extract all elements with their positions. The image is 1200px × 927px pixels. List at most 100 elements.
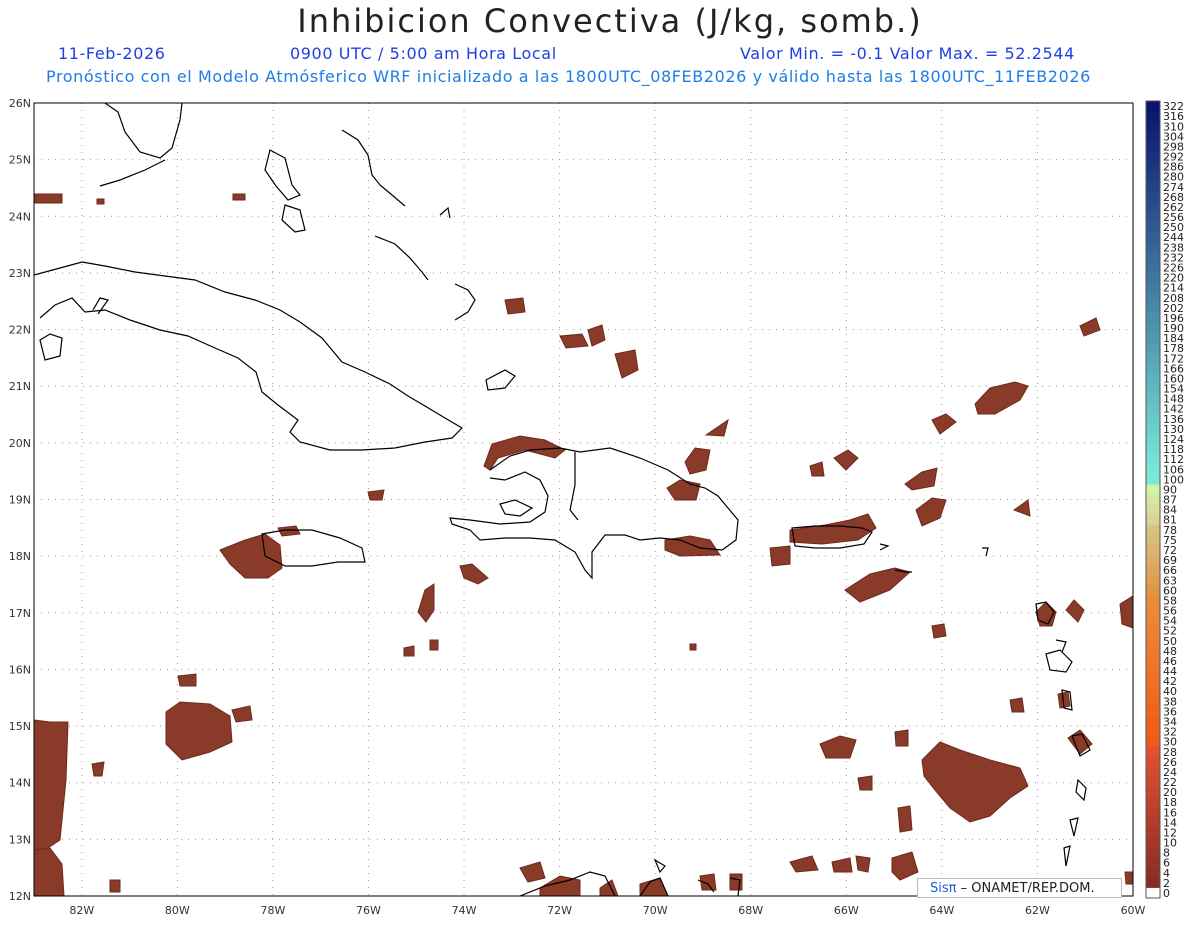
colorbar-swatch	[1146, 514, 1160, 526]
lon-tick-label: 70W	[643, 904, 668, 917]
colorbar-swatch	[1146, 544, 1160, 556]
lat-tick-label: 17N	[9, 607, 31, 620]
colorbar-swatch	[1146, 312, 1160, 324]
colorbar-swatch	[1146, 252, 1160, 263]
colorbar-swatch	[1146, 524, 1160, 536]
colorbar-swatch	[1146, 766, 1160, 778]
lat-tick-label: 12N	[9, 890, 31, 903]
colorbar-swatch	[1146, 635, 1160, 647]
colorbar-swatch	[1146, 817, 1160, 828]
colorbar-swatch	[1146, 686, 1160, 697]
colorbar-swatch	[1146, 867, 1160, 879]
colorbar-swatch	[1146, 665, 1160, 677]
colorbar-swatch	[1146, 403, 1160, 415]
lon-tick-label: 68W	[738, 904, 763, 917]
colorbar-swatch	[1146, 433, 1160, 445]
colorbar-swatch	[1146, 373, 1160, 384]
colorbar-swatch	[1146, 554, 1160, 566]
colorbar-swatch	[1146, 565, 1160, 576]
colorbar-swatch	[1146, 534, 1160, 546]
colorbar-swatch	[1146, 827, 1160, 838]
colorbar-swatch	[1146, 242, 1160, 253]
lon-tick-label: 74W	[452, 904, 477, 917]
lat-tick-label: 22N	[9, 324, 31, 337]
colorbar-swatch	[1146, 161, 1160, 173]
colorbar-swatch	[1146, 141, 1160, 152]
lat-tick-label: 24N	[9, 210, 31, 223]
lon-tick-label: 76W	[356, 904, 381, 917]
lon-tick-label: 60W	[1121, 904, 1146, 917]
colorbar-swatch	[1146, 736, 1160, 748]
colorbar-swatch	[1146, 191, 1160, 203]
colorbar-swatch	[1146, 837, 1160, 849]
colorbar-swatch	[1146, 343, 1160, 354]
colorbar-swatch	[1146, 655, 1160, 667]
colorbar-swatch	[1146, 222, 1160, 233]
colorbar-swatch	[1146, 797, 1160, 808]
credit-text: – ONAMET/REP.DOM.	[960, 881, 1095, 896]
colorbar-swatch	[1146, 272, 1160, 284]
lat-tick-label: 19N	[9, 494, 31, 507]
colorbar-swatch	[1146, 585, 1160, 596]
lon-tick-label: 64W	[929, 904, 954, 917]
colorbar-swatch	[1146, 726, 1160, 738]
colorbar-swatch	[1146, 292, 1160, 304]
credit-badge: Sisπ – ONAMET/REP.DOM.	[917, 878, 1122, 898]
colorbar-swatch	[1146, 423, 1160, 435]
colorbar-swatch	[1146, 756, 1160, 768]
lon-tick-label: 78W	[260, 904, 285, 917]
lat-tick-label: 16N	[9, 663, 31, 676]
colorbar-swatch	[1146, 101, 1160, 112]
colorbar-swatch	[1146, 151, 1160, 163]
lon-tick-label: 80W	[165, 904, 190, 917]
colorbar-swatch	[1146, 333, 1160, 344]
colorbar-swatch	[1146, 232, 1160, 243]
weather-map: 26N 25N 24N 23N 22N 21N 20N 19N 18N 17N 16N 15N 14N 1…	[9, 97, 1184, 917]
lat-tick-label: 15N	[9, 720, 31, 733]
colorbar-swatch	[1146, 363, 1160, 374]
colorbar: 3223163103042982922862802742682622562502…	[1145, 100, 1184, 900]
colorbar-swatch	[1146, 383, 1160, 395]
colorbar-swatch	[1146, 746, 1160, 758]
lat-tick-label: 13N	[9, 833, 31, 846]
colorbar-swatch	[1146, 444, 1160, 455]
lat-tick-label: 18N	[9, 550, 31, 563]
colorbar-swatch	[1146, 847, 1160, 859]
colorbar-swatch	[1146, 716, 1160, 727]
colorbar-swatch	[1146, 676, 1160, 687]
colorbar-swatch	[1146, 706, 1160, 717]
lat-tick-label: 23N	[9, 267, 31, 280]
lon-tick-label: 62W	[1025, 904, 1050, 917]
colorbar-swatch	[1146, 787, 1160, 798]
colorbar-swatch	[1146, 464, 1160, 475]
cin-shading	[34, 193, 1133, 896]
colorbar-swatch	[1146, 807, 1160, 818]
colorbar-swatch	[1146, 776, 1160, 788]
colorbar-swatch	[1146, 857, 1160, 869]
colorbar-swatch	[1146, 484, 1160, 495]
colorbar-swatch	[1146, 645, 1160, 657]
colorbar-swatch	[1146, 575, 1160, 586]
colorbar-swatch	[1146, 494, 1160, 506]
colorbar-swatch	[1146, 595, 1160, 606]
lon-tick-label: 66W	[834, 904, 859, 917]
colorbar-swatch	[1146, 413, 1160, 425]
colorbar-swatch	[1146, 282, 1160, 294]
colorbar-swatch	[1146, 353, 1160, 364]
colorbar-swatch	[1146, 171, 1160, 183]
colorbar-swatch	[1146, 121, 1160, 132]
lat-tick-label: 26N	[9, 97, 31, 110]
colorbar-swatch	[1146, 201, 1160, 213]
colorbar-swatch	[1146, 181, 1160, 193]
colorbar-swatch	[1146, 111, 1160, 122]
sispi-logo: Sisπ	[930, 881, 957, 896]
colorbar-swatch	[1146, 877, 1160, 889]
colorbar-swatch	[1146, 322, 1160, 334]
colorbar-swatch	[1146, 625, 1160, 637]
colorbar-swatch	[1146, 887, 1160, 899]
colorbar-swatch	[1146, 474, 1160, 485]
colorbar-swatch	[1146, 696, 1160, 707]
colorbar-swatch	[1146, 211, 1160, 223]
colorbar-swatch	[1146, 131, 1160, 142]
colorbar-swatch	[1146, 605, 1160, 617]
